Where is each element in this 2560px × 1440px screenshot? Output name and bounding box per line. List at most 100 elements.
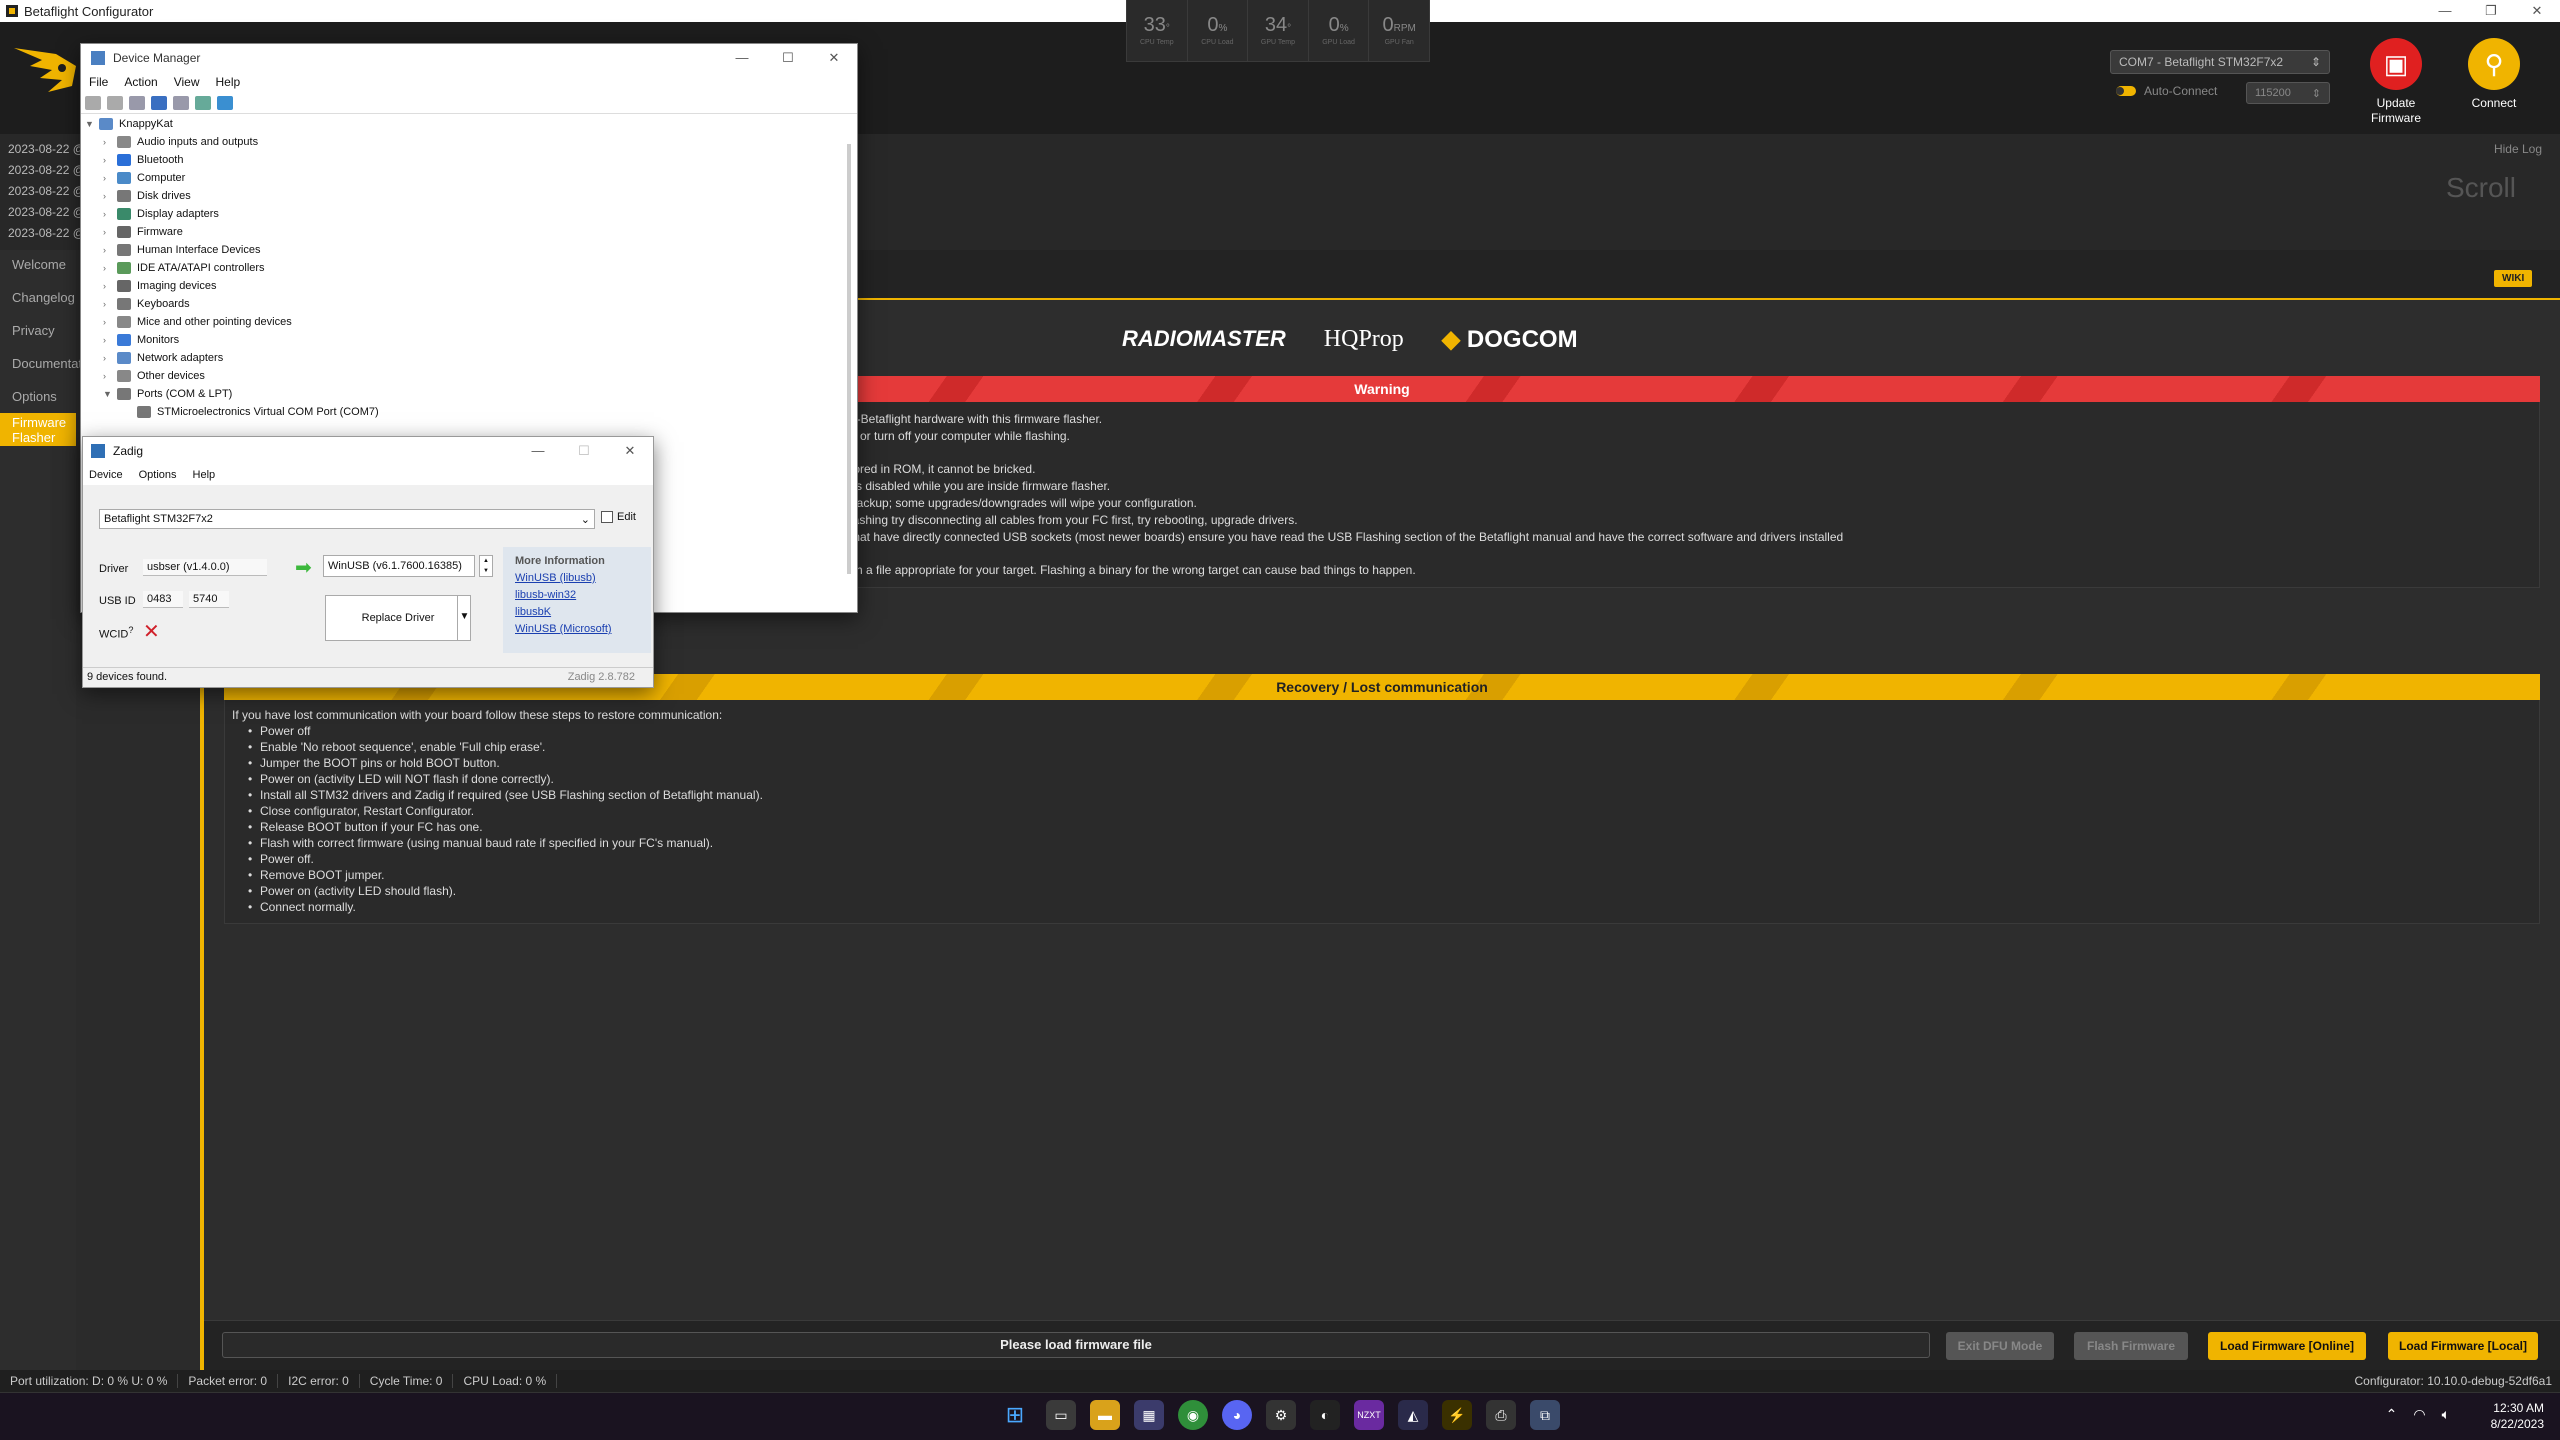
connect-button[interactable]: ⚲ Connect xyxy=(2454,38,2534,110)
menu-view[interactable]: View xyxy=(174,75,200,89)
update-firmware-button[interactable]: ▣ Update Firmware xyxy=(2356,38,2436,126)
sensor-gpu-load: 0% GPU Load xyxy=(1309,0,1370,61)
steam-icon[interactable]: ⚙ xyxy=(1266,1400,1296,1430)
tree-root[interactable]: ▼ KnappyKat xyxy=(85,118,173,130)
minimize-button[interactable]: — xyxy=(515,437,561,465)
back-icon[interactable] xyxy=(85,95,101,110)
chrome-icon[interactable]: ◉ xyxy=(1178,1400,1208,1430)
port-select[interactable]: COM7 - Betaflight STM32F7x2 ⇕ xyxy=(2110,50,2330,74)
load-local-button[interactable]: Load Firmware [Local] xyxy=(2388,1332,2538,1360)
edit-checkbox[interactable]: Edit xyxy=(601,511,636,523)
device-manager-titlebar[interactable]: Device Manager — ☐ ✕ xyxy=(81,44,857,72)
tree-node[interactable]: › IDE ATA/ATAPI controllers xyxy=(103,262,265,274)
tree-node[interactable]: › Keyboards xyxy=(103,298,190,310)
store-icon[interactable]: ▦ xyxy=(1134,1400,1164,1430)
device-select[interactable]: Betaflight STM32F7x2 ⌄ xyxy=(99,509,595,529)
minimize-button[interactable]: — xyxy=(719,44,765,72)
recovery-step: Close configurator, Restart Configurator… xyxy=(248,804,474,818)
menu-device[interactable]: Device xyxy=(89,469,123,481)
link-winusb-libusb[interactable]: WinUSB (libusb) xyxy=(515,570,639,587)
driver-spinner[interactable]: ▲ ▼ xyxy=(479,555,493,577)
device-manager-taskbar-icon[interactable]: ⎙ xyxy=(1486,1400,1516,1430)
help-icon[interactable] xyxy=(151,95,167,110)
menu-help[interactable]: Help xyxy=(216,75,241,89)
view-icon[interactable] xyxy=(173,95,189,110)
scan-icon[interactable] xyxy=(195,95,211,110)
nav-documentation[interactable]: Documentation xyxy=(0,347,99,380)
auto-connect-toggle[interactable]: Auto-Connect xyxy=(2116,84,2217,98)
tree-node[interactable]: › Other devices xyxy=(103,370,205,382)
file-explorer-icon[interactable]: ▬ xyxy=(1090,1400,1120,1430)
taskbar-clock[interactable]: 12:30 AM 8/22/2023 xyxy=(2491,1400,2544,1432)
minimize-button[interactable]: — xyxy=(2422,0,2468,22)
sponsor-radiomaster[interactable]: RADIOMASTER xyxy=(1122,326,1286,352)
properties-icon[interactable] xyxy=(129,95,145,110)
nav-privacy[interactable]: Privacy xyxy=(0,314,76,347)
betaflight-taskbar-icon[interactable]: ⚡ xyxy=(1442,1400,1472,1430)
tree-node[interactable]: › Audio inputs and outputs xyxy=(103,136,258,148)
nav-changelog[interactable]: Changelog xyxy=(0,281,76,314)
tree-node[interactable]: › Disk drives xyxy=(103,190,191,202)
close-button[interactable]: ✕ xyxy=(811,44,857,72)
tree-node[interactable]: › Human Interface Devices xyxy=(103,244,261,256)
discord-icon[interactable]: ◕ xyxy=(1222,1400,1252,1430)
wifi-icon[interactable]: ◠ xyxy=(2413,1406,2425,1423)
app-icon-red[interactable]: ◐ xyxy=(1310,1400,1340,1430)
start-icon[interactable]: ⊞ xyxy=(1000,1400,1030,1430)
replace-driver-dropdown[interactable]: ▼ xyxy=(457,595,471,641)
menu-file[interactable]: File xyxy=(89,75,108,89)
close-button[interactable]: ✕ xyxy=(607,437,653,465)
nzxt-icon[interactable]: NZXT xyxy=(1354,1400,1384,1430)
toggle-switch[interactable] xyxy=(2116,86,2136,96)
target-driver[interactable]: WinUSB (v6.1.7600.16385) xyxy=(323,555,475,577)
exit-dfu-button[interactable]: Exit DFU Mode xyxy=(1946,1332,2054,1360)
port-icon xyxy=(137,406,151,418)
monitor-icon[interactable] xyxy=(217,95,233,110)
sponsor-logos: RADIOMASTER HQProp ◆ DOGCOM xyxy=(1122,312,1642,366)
tree-node[interactable]: › Display adapters xyxy=(103,208,219,220)
tree-node[interactable]: › Monitors xyxy=(103,334,179,346)
tree-node[interactable]: › Bluetooth xyxy=(103,154,183,166)
flash-firmware-button[interactable]: Flash Firmware xyxy=(2074,1332,2188,1360)
link-libusb-win32[interactable]: libusb-win32 xyxy=(515,587,639,604)
tree-node[interactable]: › Mice and other pointing devices xyxy=(103,316,292,328)
recovery-step: Release BOOT button if your FC has one. xyxy=(248,820,483,834)
tree-node[interactable]: › Network adapters xyxy=(103,352,223,364)
zadig-titlebar[interactable]: Zadig — ☐ ✕ xyxy=(83,437,653,465)
tree-node-ports[interactable]: ▼ Ports (COM & LPT) xyxy=(103,388,232,400)
menu-help[interactable]: Help xyxy=(193,469,216,481)
sensor-cpu-load: 0% CPU Load xyxy=(1188,0,1249,61)
nav-welcome[interactable]: Welcome xyxy=(0,248,76,281)
task-view-icon[interactable]: ▭ xyxy=(1046,1400,1076,1430)
warning-line: d or turn off your computer while flashi… xyxy=(850,429,1070,443)
zadig-taskbar-icon[interactable]: ⧉ xyxy=(1530,1400,1560,1430)
sponsor-dogcom[interactable]: ◆ DOGCOM xyxy=(1442,325,1578,354)
tree-node[interactable]: › Computer xyxy=(103,172,185,184)
nav-firmware-flasher[interactable]: Firmware Flasher xyxy=(0,413,76,446)
menu-action[interactable]: Action xyxy=(124,75,157,89)
load-online-button[interactable]: Load Firmware [Online] xyxy=(2208,1332,2366,1360)
link-winusb-microsoft[interactable]: WinUSB (Microsoft) xyxy=(515,621,639,638)
forward-icon[interactable] xyxy=(107,95,123,110)
app-icon-blue[interactable]: ◭ xyxy=(1398,1400,1428,1430)
tree-node[interactable]: › Firmware xyxy=(103,226,183,238)
tree-node[interactable]: › Imaging devices xyxy=(103,280,217,292)
maximize-button[interactable]: ☐ xyxy=(765,44,811,72)
checkbox[interactable] xyxy=(601,511,613,523)
link-libusbk[interactable]: libusbK xyxy=(515,604,639,621)
menu-options[interactable]: Options xyxy=(139,469,177,481)
scroll-indicator[interactable]: Scroll xyxy=(2446,172,2516,204)
warning-line: backup; some upgrades/downgrades will wi… xyxy=(850,496,1197,510)
close-button[interactable]: ✕ xyxy=(2514,0,2560,22)
speaker-icon[interactable]: 🔈︎ xyxy=(2442,1406,2450,1423)
baud-select[interactable]: 115200 ⇕ xyxy=(2246,82,2330,104)
tree-leaf-com7[interactable]: STMicroelectronics Virtual COM Port (COM… xyxy=(133,406,379,418)
wiki-button[interactable]: WIKI xyxy=(2494,270,2533,287)
hide-log-link[interactable]: Hide Log xyxy=(2494,142,2542,156)
nav-options[interactable]: Options xyxy=(0,380,76,413)
maximize-button[interactable]: ❐ xyxy=(2468,0,2514,22)
chevron-up-icon[interactable]: ⌃ xyxy=(2386,1406,2398,1423)
replace-driver-button[interactable]: Replace Driver xyxy=(325,595,471,641)
sponsor-hqprop[interactable]: HQProp xyxy=(1324,326,1404,353)
scrollbar[interactable] xyxy=(847,144,851,574)
